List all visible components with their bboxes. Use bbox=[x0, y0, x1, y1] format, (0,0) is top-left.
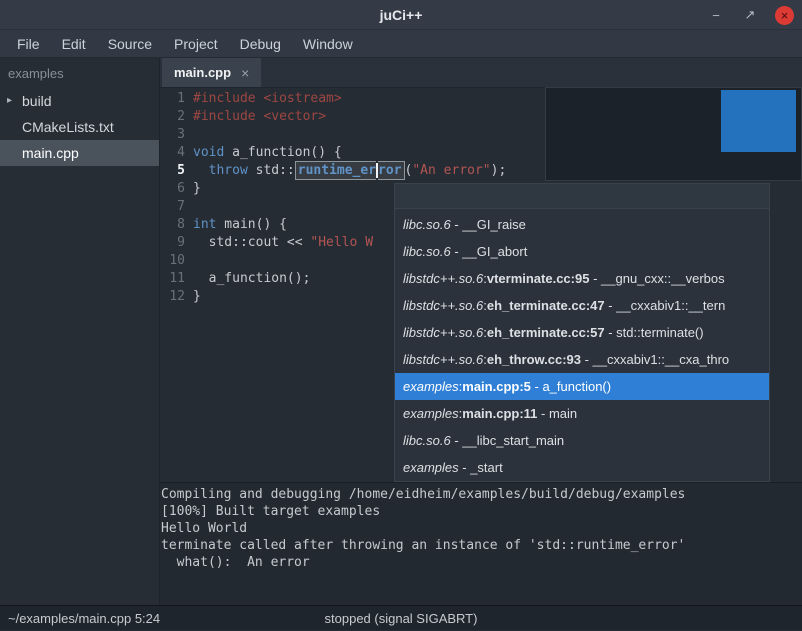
debug-status: stopped (signal SIGABRT) bbox=[0, 606, 802, 631]
terminal-output: Compiling and debugging /home/eidheim/ex… bbox=[160, 482, 802, 605]
code-line[interactable]: void a_function() { bbox=[193, 144, 506, 162]
maximize-button[interactable]: ↗ bbox=[741, 6, 759, 24]
tree-item-label: build bbox=[22, 93, 52, 109]
project-name: examples bbox=[0, 58, 159, 88]
sidebar-item-cmakelists.txt[interactable]: CMakeLists.txt bbox=[0, 114, 159, 140]
menu-edit[interactable]: Edit bbox=[51, 30, 97, 58]
stack-frame-list: libc.so.6 - __GI_raiselibc.so.6 - __GI_a… bbox=[395, 209, 769, 481]
line-number[interactable]: 12 bbox=[160, 288, 185, 306]
statusbar: ~/examples/main.cpp 5:24 stopped (signal… bbox=[0, 605, 802, 630]
stack-frame-popup: libc.so.6 - __GI_raiselibc.so.6 - __GI_a… bbox=[394, 183, 770, 482]
line-number[interactable]: 10 bbox=[160, 252, 185, 270]
menu-file[interactable]: File bbox=[6, 30, 51, 58]
stack-frame-item[interactable]: libstdc++.so.6:eh_throw.cc:93 - __cxxabi… bbox=[395, 346, 769, 373]
line-number[interactable]: 11 bbox=[160, 270, 185, 288]
stack-frame-item[interactable]: libstdc++.so.6:vterminate.cc:95 - __gnu_… bbox=[395, 265, 769, 292]
minimize-button[interactable]: − bbox=[707, 6, 725, 24]
stack-frame-item[interactable]: libc.so.6 - __GI_abort bbox=[395, 238, 769, 265]
line-number[interactable]: 4 bbox=[160, 144, 185, 162]
popup-header bbox=[395, 184, 769, 209]
line-number[interactable]: 9 bbox=[160, 234, 185, 252]
stack-frame-item[interactable]: examples - _start bbox=[395, 454, 769, 481]
line-number[interactable]: 8 bbox=[160, 216, 185, 234]
code-line[interactable]: throw std::runtime_error("An error"); bbox=[193, 162, 506, 180]
terminal-line: [100%] Built target examples bbox=[161, 503, 801, 520]
expander-icon[interactable]: ▸ bbox=[7, 88, 12, 114]
tab-main-cpp[interactable]: main.cpp × bbox=[162, 58, 261, 87]
sidebar-item-main.cpp[interactable]: main.cpp bbox=[0, 140, 159, 166]
tab-close-icon[interactable]: × bbox=[241, 65, 249, 81]
stack-frame-item[interactable]: libc.so.6 - __GI_raise bbox=[395, 211, 769, 238]
close-button[interactable]: × bbox=[775, 6, 794, 25]
line-number[interactable]: 7 bbox=[160, 198, 185, 216]
terminal-line: Hello World bbox=[161, 520, 801, 537]
tooltip-panel bbox=[545, 87, 802, 181]
line-number[interactable]: 2 bbox=[160, 108, 185, 126]
terminal-line: terminate called after throwing an insta… bbox=[161, 537, 801, 554]
stack-frame-item[interactable]: examples:main.cpp:5 - a_function() bbox=[395, 373, 769, 400]
menu-project[interactable]: Project bbox=[163, 30, 229, 58]
file-tree: ▸ build CMakeLists.txt main.cpp bbox=[0, 88, 159, 166]
menu-source[interactable]: Source bbox=[97, 30, 163, 58]
app-window: juCi++ − ↗ × FileEditSourceProjectDebugW… bbox=[0, 0, 802, 630]
menu-window[interactable]: Window bbox=[292, 30, 364, 58]
stack-frame-item[interactable]: libc.so.6 - __libc_start_main bbox=[395, 427, 769, 454]
code-line[interactable] bbox=[193, 126, 506, 144]
file-tree-panel: examples ▸ build CMakeLists.txt main.cpp bbox=[0, 58, 160, 605]
blue-highlight-block bbox=[721, 90, 796, 152]
tree-item-label: CMakeLists.txt bbox=[22, 119, 114, 135]
stack-frame-item[interactable]: examples:main.cpp:11 - main bbox=[395, 400, 769, 427]
line-number[interactable]: 3 bbox=[160, 126, 185, 144]
menu-debug[interactable]: Debug bbox=[229, 30, 292, 58]
window-title: juCi++ bbox=[0, 0, 802, 30]
titlebar: juCi++ − ↗ × bbox=[0, 0, 802, 30]
terminal-line: what(): An error bbox=[161, 554, 801, 571]
sidebar-item-build[interactable]: ▸ build bbox=[0, 88, 159, 114]
code-line[interactable]: #include <iostream> bbox=[193, 90, 506, 108]
tab-label: main.cpp bbox=[174, 65, 231, 80]
menubar: FileEditSourceProjectDebugWindow bbox=[0, 30, 802, 58]
line-number[interactable]: 1 bbox=[160, 90, 185, 108]
line-number[interactable]: 5 bbox=[160, 162, 185, 180]
code-line[interactable]: #include <vector> bbox=[193, 108, 506, 126]
stack-frame-item[interactable]: libstdc++.so.6:eh_terminate.cc:47 - __cx… bbox=[395, 292, 769, 319]
line-number[interactable]: 6 bbox=[160, 180, 185, 198]
tabbar: main.cpp × bbox=[160, 58, 802, 88]
tree-item-label: main.cpp bbox=[22, 145, 79, 161]
window-controls: − ↗ × bbox=[707, 0, 794, 30]
terminal-line: Compiling and debugging /home/eidheim/ex… bbox=[161, 486, 801, 503]
stack-frame-item[interactable]: libstdc++.so.6:eh_terminate.cc:57 - std:… bbox=[395, 319, 769, 346]
line-number-gutter[interactable]: 123456789101112 bbox=[160, 90, 185, 306]
